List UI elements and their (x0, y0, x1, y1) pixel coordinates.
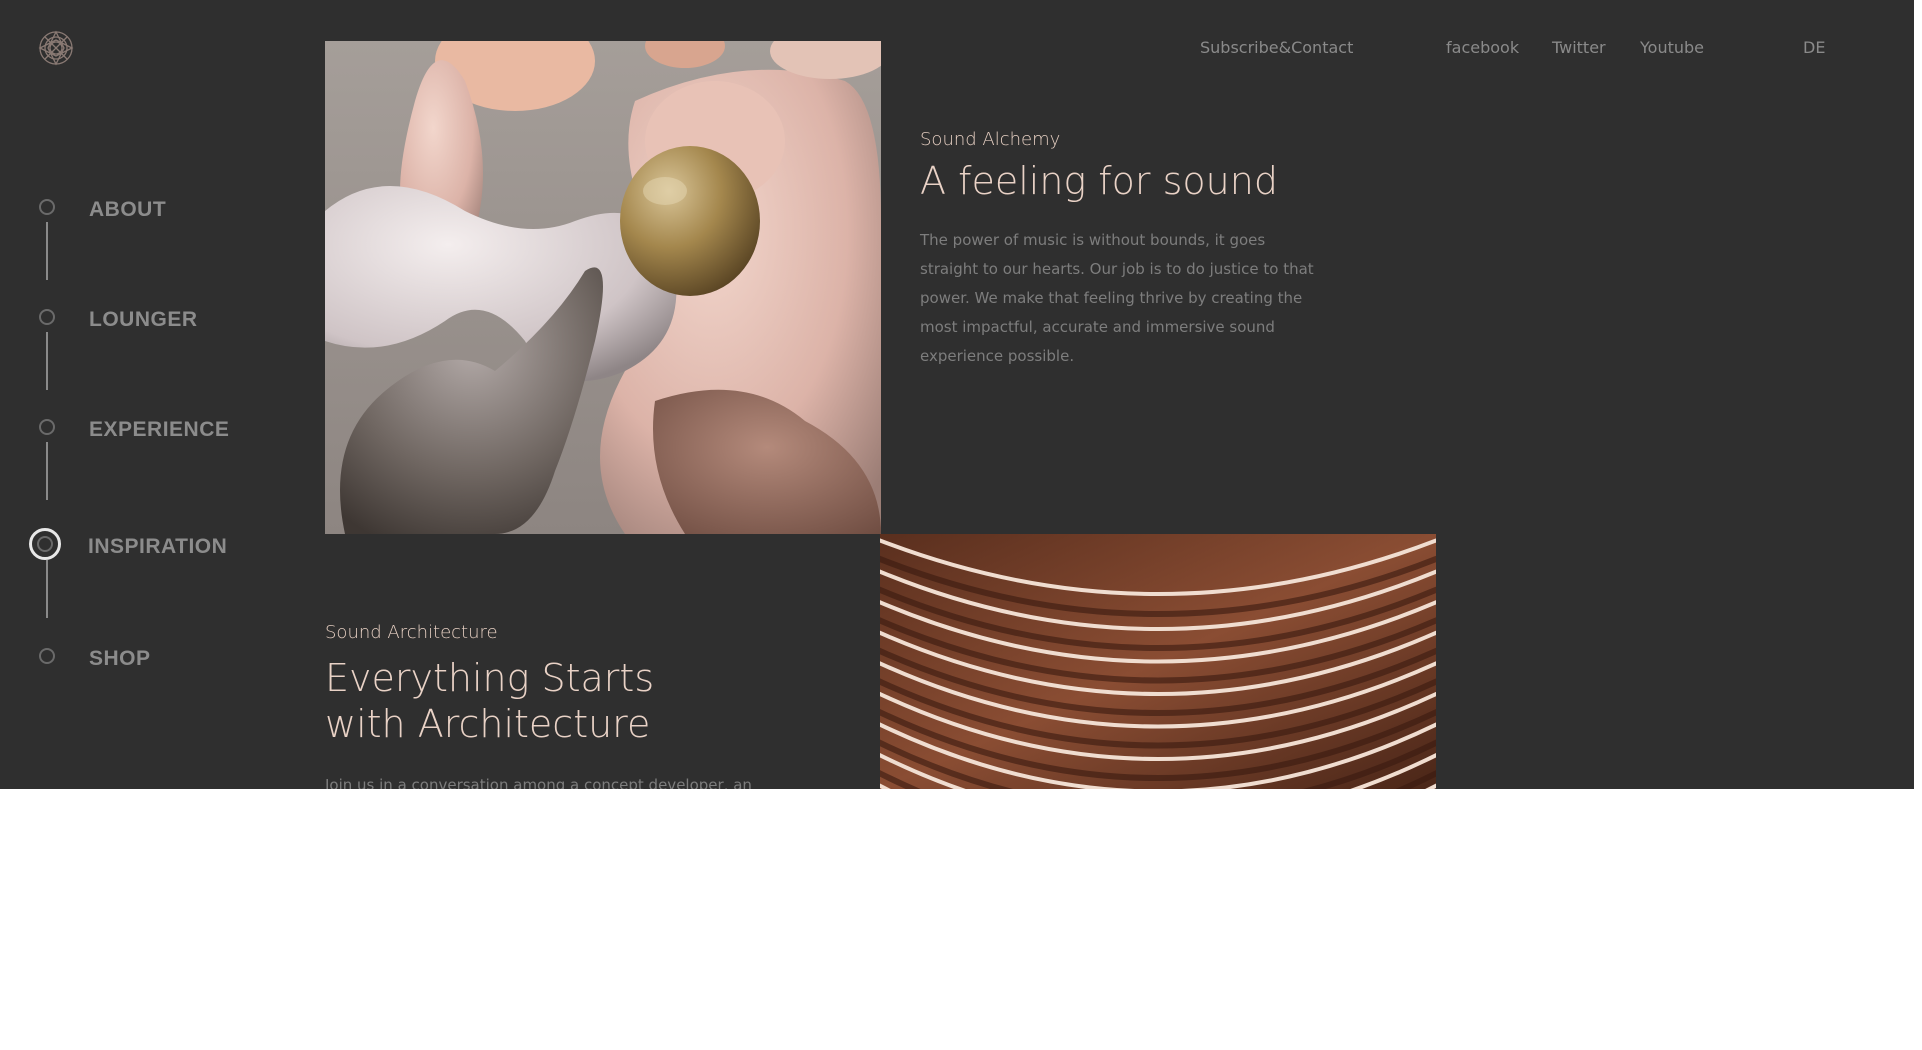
nav-dot-icon (39, 199, 55, 215)
sidebar-item-label[interactable]: ABOUT (89, 198, 166, 222)
nav-dot-icon (39, 648, 55, 664)
nav-connector-line (46, 222, 48, 280)
sidebar-nav: ABOUT LOUNGER EXPERIENCE INSPIRATION SHO… (0, 0, 300, 789)
subscribe-contact-link[interactable]: Subscribe&Contact (1200, 38, 1353, 57)
twitter-link[interactable]: Twitter (1552, 38, 1606, 57)
nav-dot-icon (39, 419, 55, 435)
sculpture-image (325, 41, 881, 534)
sidebar-item-label[interactable]: EXPERIENCE (89, 418, 229, 442)
section-title-line-1: Everything Starts (325, 656, 655, 700)
youtube-link[interactable]: Youtube (1640, 38, 1704, 57)
page-viewport: Subscribe&Contact facebook Twitter Youtu… (0, 0, 1914, 789)
language-switch[interactable]: DE (1803, 38, 1825, 57)
sidebar-item-label[interactable]: INSPIRATION (88, 535, 227, 559)
wooden-rings-image (880, 534, 1436, 789)
section-eyebrow: Sound Alchemy (920, 129, 1061, 150)
sidebar-item-label[interactable]: SHOP (89, 647, 151, 671)
nav-connector-line (46, 332, 48, 390)
section-body: The power of music is without bounds, it… (920, 231, 1314, 365)
nav-connector-line (46, 560, 48, 618)
nav-dot-active-icon (29, 528, 61, 560)
section-title-line-2: with Architecture (325, 702, 651, 746)
section-eyebrow: Sound Architecture (325, 622, 498, 643)
section-body: Join us in a conversation among a concep… (325, 776, 752, 789)
sidebar-item-label[interactable]: LOUNGER (89, 308, 198, 332)
nav-dot-icon (39, 309, 55, 325)
section-title: A feeling for sound (920, 159, 1278, 203)
facebook-link[interactable]: facebook (1446, 38, 1519, 57)
nav-connector-line (46, 442, 48, 500)
